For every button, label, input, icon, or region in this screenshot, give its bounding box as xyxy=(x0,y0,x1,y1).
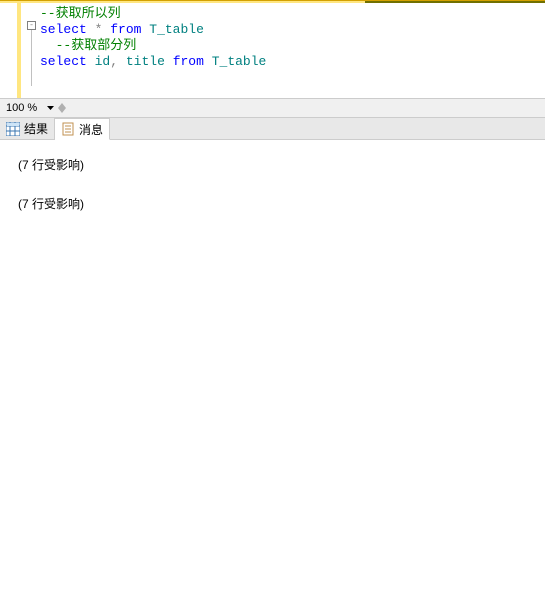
zoom-level: 100 % xyxy=(2,102,41,114)
messages-panel[interactable]: (7 行受影响) (7 行受影响) xyxy=(0,140,545,596)
tab-results[interactable]: 结果 xyxy=(0,118,55,139)
highlight-bar xyxy=(0,0,545,3)
result-tabs: 结果 消息 xyxy=(0,118,545,140)
grid-icon xyxy=(6,122,20,136)
code-line-4: select id, title from T_table xyxy=(40,54,545,70)
fold-line xyxy=(31,30,32,86)
code-line-3: --获取部分列 xyxy=(40,38,545,54)
document-icon xyxy=(61,122,75,136)
tab-messages[interactable]: 消息 xyxy=(55,118,110,140)
tab-messages-label: 消息 xyxy=(79,121,103,138)
zoom-dropdown[interactable] xyxy=(45,101,55,115)
change-marker xyxy=(17,3,21,98)
chevron-down-icon xyxy=(47,106,54,110)
message-row: (7 行受影响) xyxy=(18,156,527,173)
fold-toggle[interactable]: - xyxy=(27,21,36,30)
code-line-1: --获取所以列 xyxy=(40,6,545,22)
sql-editor[interactable]: - --获取所以列 select * from T_table --获取部分列 … xyxy=(0,0,545,98)
zoom-bar: 100 % xyxy=(0,98,545,118)
tab-results-label: 结果 xyxy=(24,120,48,137)
message-row: (7 行受影响) xyxy=(18,195,527,212)
code-line-2: select * from T_table xyxy=(40,22,545,38)
code-content[interactable]: --获取所以列 select * from T_table --获取部分列 se… xyxy=(40,6,545,70)
zoom-nav-arrows[interactable] xyxy=(58,103,66,113)
chevron-down-icon xyxy=(58,108,66,113)
editor-gutter xyxy=(0,3,27,98)
